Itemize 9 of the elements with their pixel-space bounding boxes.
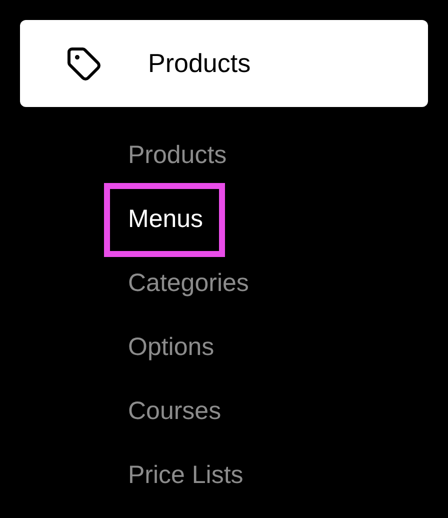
products-nav-header[interactable]: Products [20,20,428,107]
header-label: Products [148,47,251,80]
nav-item[interactable]: Price Lists [128,457,244,495]
nav-item[interactable]: Courses [128,393,222,431]
tag-icon [66,46,102,82]
nav-item[interactable]: Menus [104,183,226,257]
nav-item[interactable]: Options [128,329,214,367]
nav-item[interactable]: Products [128,137,227,175]
nav-item[interactable]: Categories [128,265,249,303]
